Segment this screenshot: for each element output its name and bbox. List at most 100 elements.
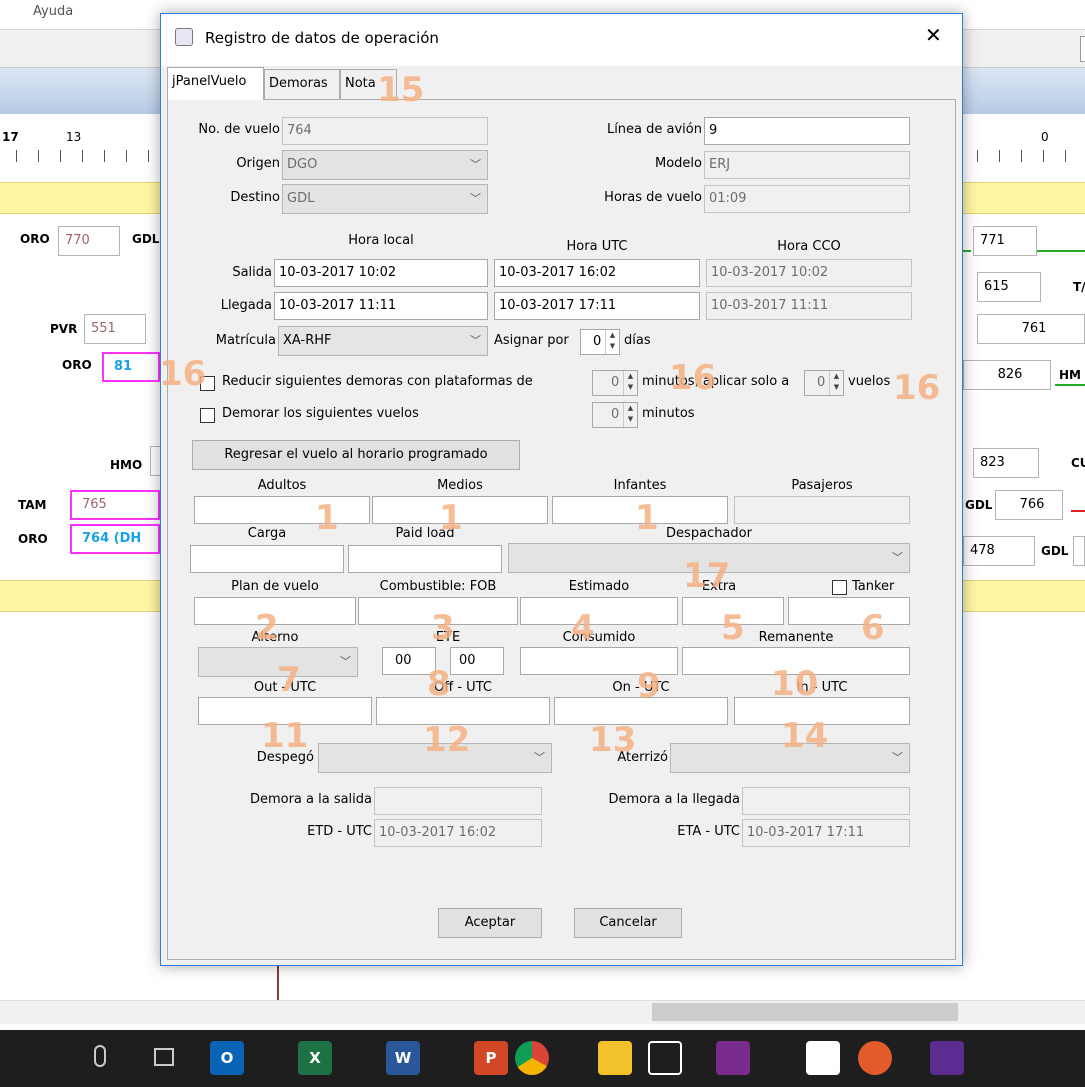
flight-no-field[interactable]: 764	[282, 117, 488, 145]
annotation-number: 6	[861, 608, 885, 648]
microphone-icon[interactable]	[94, 1045, 106, 1067]
menu-help[interactable]: Ayuda	[33, 4, 73, 19]
accept-button[interactable]: Aceptar	[438, 908, 542, 938]
flight-hours-label: Horas de vuelo	[604, 190, 702, 205]
flight-box[interactable]: 765	[70, 490, 160, 520]
pen-app-icon[interactable]	[806, 1041, 840, 1075]
cancel-button[interactable]: Cancelar	[574, 908, 682, 938]
reduce-minutes-spinner[interactable]: 0 ▲ ▼	[592, 370, 638, 396]
right-flights: 771 615 T/ 761 826 HM 823 CU GDL 766 478…	[963, 214, 1085, 580]
flight-box-selected[interactable]: 81	[102, 352, 160, 382]
local-time-header: Hora local	[348, 233, 414, 248]
origin-select[interactable]: DGO ﹀	[282, 150, 488, 180]
delay-minutes-spinner[interactable]: 0 ▲ ▼	[592, 402, 638, 428]
tanker-field[interactable]	[788, 597, 910, 625]
dialog-titlebar[interactable]: Registro de datos de operación ✕	[161, 14, 962, 66]
annotation-number: 17	[683, 556, 731, 596]
ruler-number-right: 0	[1041, 130, 1049, 144]
assign-label: Asignar por	[494, 333, 569, 348]
arrival-local-field[interactable]: 10-03-2017 11:11	[274, 292, 488, 320]
estimated-field[interactable]	[520, 597, 678, 625]
store-icon[interactable]	[648, 1041, 682, 1075]
app-icon[interactable]	[930, 1041, 964, 1075]
tanker-label: Tanker	[852, 579, 895, 594]
flight-box[interactable]: 766	[995, 490, 1063, 520]
adults-label: Adultos	[257, 478, 307, 493]
flight-box[interactable]: 761	[977, 314, 1085, 344]
ccleaner-icon[interactable]	[858, 1041, 892, 1075]
chevron-down-icon: ﹀	[470, 158, 481, 171]
paid-load-label: Paid load	[395, 526, 455, 541]
flight-box[interactable]: 771	[973, 226, 1037, 256]
eta-field[interactable]: 10-03-2017 17:11	[742, 819, 910, 847]
row-code: TAM	[18, 498, 47, 512]
annotation-number: 2	[255, 608, 279, 648]
delay-next-checkbox[interactable]	[200, 408, 215, 423]
airline-field[interactable]: 9	[704, 117, 910, 145]
annotation-number: 5	[721, 608, 745, 648]
annotation-number: 1	[315, 498, 339, 538]
excel-icon[interactable]: X	[298, 1041, 332, 1075]
pdf-app-icon[interactable]	[716, 1041, 750, 1075]
flight-box[interactable]: 551	[84, 314, 146, 344]
spinner-arrows-icon[interactable]: ▲ ▼	[623, 371, 637, 395]
departure-delay-field[interactable]	[374, 787, 542, 815]
cargo-field[interactable]	[190, 545, 344, 573]
flight-box[interactable]: 826	[963, 360, 1051, 390]
powerpoint-icon[interactable]: P	[474, 1041, 508, 1075]
chevron-down-icon: ﹀	[470, 334, 481, 347]
departure-utc-field[interactable]: 10-03-2017 16:02	[494, 259, 700, 287]
spinner-arrows-icon[interactable]: ▲ ▼	[623, 403, 637, 427]
arrival-utc-field[interactable]: 10-03-2017 17:11	[494, 292, 700, 320]
ete-minutes-field[interactable]: 00	[450, 647, 504, 675]
etd-field[interactable]: 10-03-2017 16:02	[374, 819, 542, 847]
flight-box-selected[interactable]: 764 (DH	[70, 524, 160, 554]
departure-cco-field[interactable]: 10-03-2017 10:02	[706, 259, 912, 287]
spinner-arrows-icon[interactable]: ▲ ▼	[829, 371, 843, 395]
annotation-number: 9	[637, 666, 661, 706]
flight-box[interactable]: 823	[973, 448, 1039, 478]
annotation-number: 1	[635, 498, 659, 538]
row-code: ORO	[20, 232, 50, 246]
paid-load-field[interactable]	[348, 545, 502, 573]
ruler-ticks-right	[977, 150, 1081, 162]
arrival-delay-field[interactable]	[742, 787, 910, 815]
word-icon[interactable]: W	[386, 1041, 420, 1075]
java-icon	[175, 28, 193, 46]
flight-hours-field[interactable]: 01:09	[704, 185, 910, 213]
model-field[interactable]: ERJ	[704, 151, 910, 179]
chevron-down-icon: ﹀	[470, 192, 481, 205]
flight-box[interactable]: 478	[963, 536, 1035, 566]
flight-box[interactable]: 615	[977, 272, 1041, 302]
departure-local-field[interactable]: 10-03-2017 10:02	[274, 259, 488, 287]
estimated-label: Estimado	[568, 579, 630, 594]
outlook-icon[interactable]: O	[210, 1041, 244, 1075]
assign-days-spinner[interactable]: 0 ▲ ▼	[580, 329, 620, 355]
annotation-number: 10	[771, 664, 819, 704]
file-explorer-icon[interactable]	[598, 1041, 632, 1075]
arrival-cco-field[interactable]: 10-03-2017 11:11	[706, 292, 912, 320]
half-label: Medios	[437, 478, 483, 493]
row-code: GDL	[1041, 544, 1069, 558]
off-utc-label: Off - UTC	[434, 680, 492, 695]
plate-select[interactable]: XA-RHF ﹀	[278, 326, 488, 356]
arrival-delay-label: Demora a la llegada	[608, 792, 740, 807]
reduce-flights-spinner[interactable]: 0 ▲ ▼	[804, 370, 844, 396]
flight-line	[1071, 510, 1085, 512]
close-icon[interactable]: ✕	[925, 23, 942, 47]
revert-schedule-button[interactable]: Regresar el vuelo al horario programado	[192, 440, 520, 470]
tab-demoras[interactable]: Demoras	[264, 69, 340, 99]
scrollbar-thumb[interactable]	[652, 1003, 958, 1021]
passengers-field[interactable]	[734, 496, 910, 524]
chrome-icon[interactable]	[515, 1041, 549, 1075]
spinner-arrows-icon[interactable]: ▲ ▼	[605, 330, 619, 354]
flight-box[interactable]: 770	[58, 226, 120, 256]
adults-field[interactable]	[194, 496, 370, 524]
tab-jpanelvuelo[interactable]: jPanelVuelo	[167, 67, 264, 100]
ruler-left: 17 13	[0, 114, 160, 182]
annotation-number: 1	[439, 498, 463, 538]
task-view-icon[interactable]	[154, 1048, 174, 1066]
tanker-checkbox[interactable]	[832, 580, 847, 595]
destination-select[interactable]: GDL ﹀	[282, 184, 488, 214]
delay-next-label: Demorar los siguientes vuelos	[222, 406, 419, 421]
